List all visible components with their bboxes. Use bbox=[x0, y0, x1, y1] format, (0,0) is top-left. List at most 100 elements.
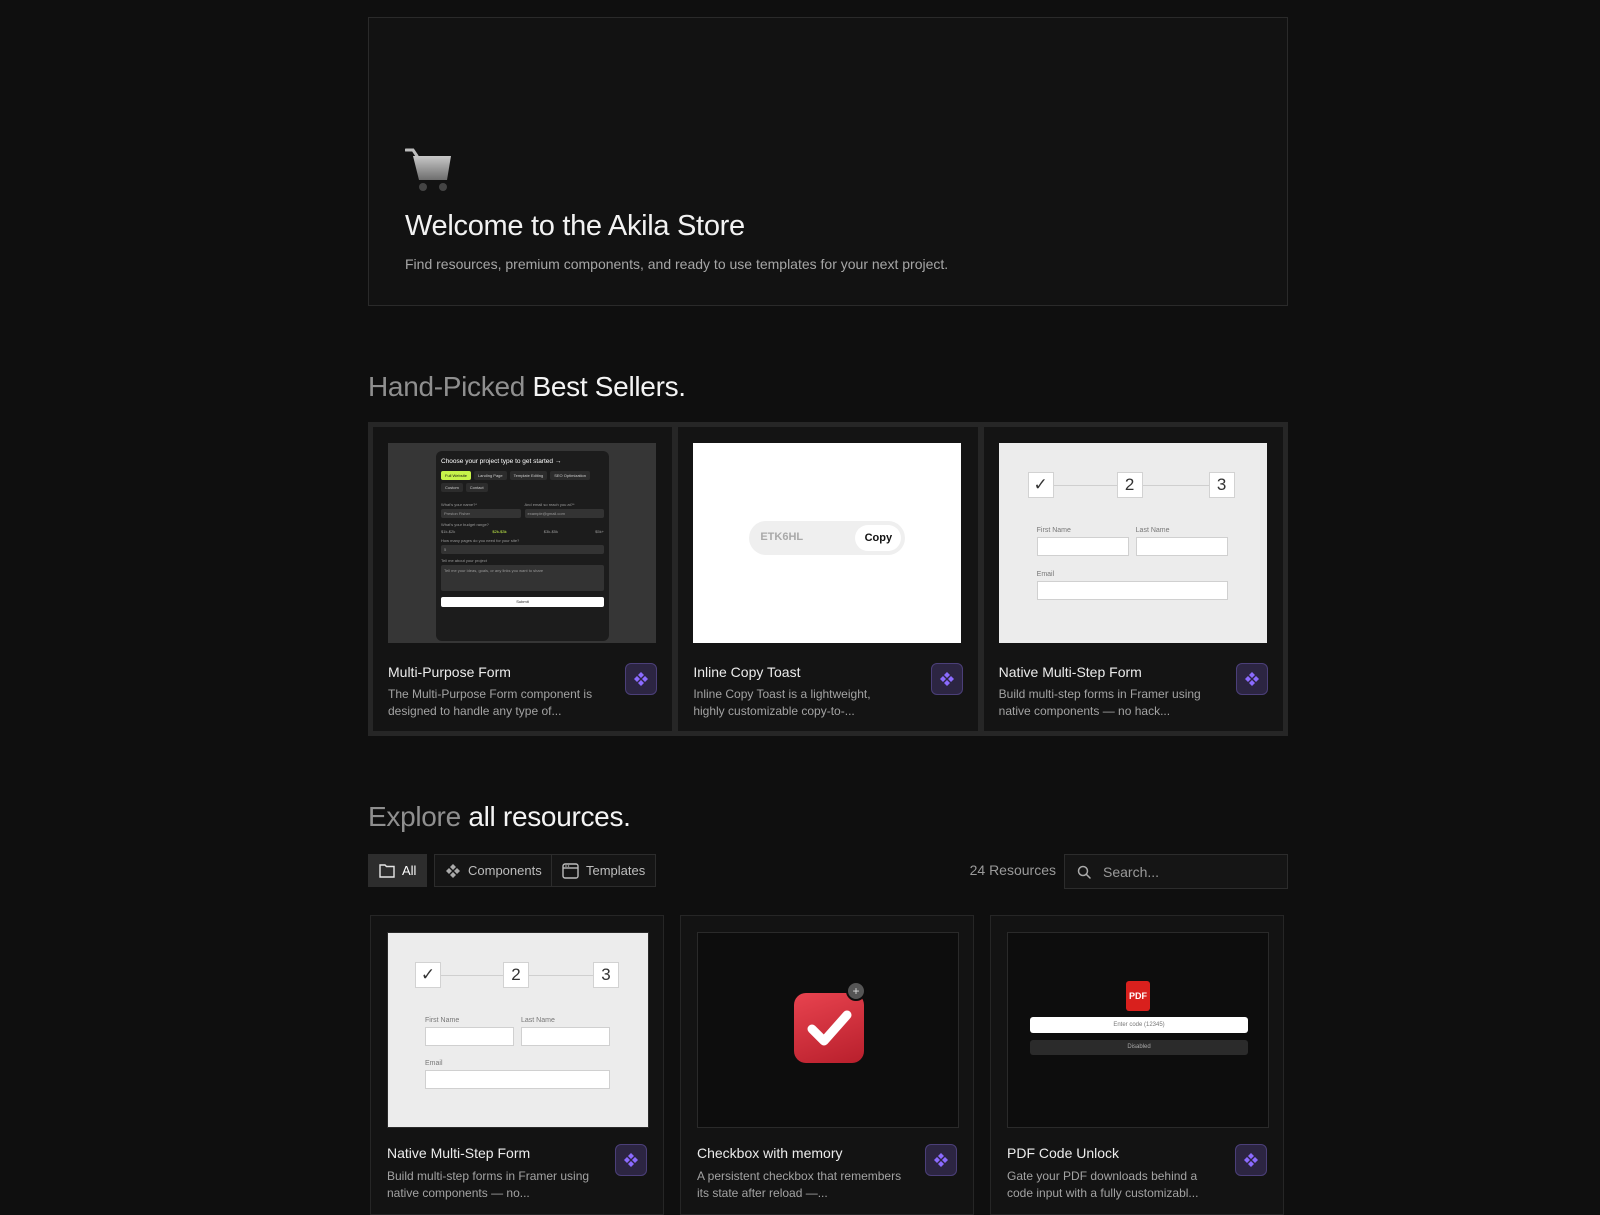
card-thumbnail: ✓ 2 3 First Name Last Name Email bbox=[998, 443, 1267, 643]
preview-radio: $1k-$2k bbox=[441, 529, 456, 534]
field-label: First Name bbox=[1036, 527, 1071, 534]
preview-chip: SEO Optimization bbox=[550, 471, 591, 480]
preview-input: 5 bbox=[441, 545, 604, 554]
copy-code: ETK6HL bbox=[760, 531, 804, 543]
filter-label: Components bbox=[468, 863, 542, 878]
code-input-preview: Enter code (12345) bbox=[1030, 1017, 1248, 1033]
field-label: Last Name bbox=[521, 1017, 555, 1024]
components-icon bbox=[939, 672, 954, 686]
field-label: Last Name bbox=[1135, 527, 1170, 534]
explore-toolbar: All Components Templates 24 Resources bbox=[368, 854, 1288, 889]
best-sellers-grid: Choose your project type to get started … bbox=[368, 422, 1288, 736]
components-icon bbox=[1244, 672, 1259, 686]
card-title: Multi-Purpose Form bbox=[388, 664, 511, 680]
card-description: Build multi-step forms in Framer using n… bbox=[998, 687, 1201, 718]
product-card-inline-copy-toast[interactable]: ETK6HL Copy Inline Copy Toast Inline Cop… bbox=[678, 427, 978, 731]
step-indicator: 2 bbox=[1116, 472, 1143, 498]
components-icon bbox=[624, 1153, 638, 1167]
hero-title: Welcome to the Akila Store bbox=[405, 210, 745, 242]
components-icon bbox=[634, 672, 649, 686]
preview-label: How many pages do you need for your site… bbox=[441, 538, 520, 543]
hero-banner: Welcome to the Akila Store Find resource… bbox=[368, 17, 1288, 306]
search-input[interactable] bbox=[1103, 863, 1273, 880]
preview-input: Preston Fisher bbox=[441, 509, 521, 518]
filter-all-button[interactable]: All bbox=[368, 854, 428, 887]
field-input bbox=[521, 1027, 610, 1046]
filter-components-button[interactable]: Components bbox=[434, 854, 553, 887]
field-input bbox=[1135, 537, 1228, 556]
sparkle-icon: + bbox=[846, 981, 866, 1001]
component-badge bbox=[1235, 1144, 1267, 1176]
component-badge bbox=[625, 663, 658, 695]
preview-radio: $2k-$3k bbox=[492, 529, 507, 534]
resources-grid: ✓ 2 3 First Name Last Name Email Native … bbox=[370, 915, 1286, 1215]
step-indicator: ✓ bbox=[1027, 472, 1054, 498]
disabled-button-preview: Disabled bbox=[1030, 1040, 1248, 1055]
step-indicator: 3 bbox=[593, 962, 619, 988]
field-label: Email bbox=[425, 1060, 443, 1067]
card-thumbnail: + bbox=[697, 932, 959, 1128]
filter-label: Templates bbox=[586, 863, 646, 878]
step-line bbox=[1142, 485, 1209, 486]
card-thumbnail: ✓ 2 3 First Name Last Name Email bbox=[387, 932, 649, 1128]
card-description: The Multi-Purpose Form component is desi… bbox=[388, 687, 593, 718]
component-badge bbox=[1235, 663, 1268, 695]
product-card-native-multi-step-form[interactable]: ✓ 2 3 First Name Last Name Email Native … bbox=[983, 427, 1283, 731]
preview-label: What's your name?* bbox=[441, 502, 477, 507]
card-description: Gate your PDF downloads behind a code in… bbox=[1007, 1169, 1199, 1200]
preview-chip: Contact bbox=[465, 483, 488, 492]
component-badge bbox=[930, 663, 963, 695]
resource-count: 24 Resources bbox=[969, 862, 1056, 878]
card-thumbnail: Choose your project type to get started … bbox=[388, 443, 656, 643]
resource-card-pdf-code-unlock[interactable]: PDF Enter code (12345) Disabled PDF Code… bbox=[990, 915, 1284, 1215]
explore-title-bright: all resources. bbox=[468, 801, 631, 832]
best-sellers-title: Hand-Picked Best Sellers. bbox=[368, 371, 686, 403]
preview-textarea: Tell me your ideas, goals, or any links … bbox=[441, 565, 604, 591]
form-preview-panel: Choose your project type to get started … bbox=[436, 451, 609, 641]
field-input bbox=[1036, 581, 1228, 600]
card-title: PDF Code Unlock bbox=[1007, 1145, 1120, 1161]
form-preview-chips: Full Website Landing Page Template Editi… bbox=[441, 471, 604, 492]
card-title: Inline Copy Toast bbox=[693, 664, 801, 680]
step-indicator: 3 bbox=[1208, 472, 1235, 498]
card-description: Build multi-step forms in Framer using n… bbox=[387, 1169, 590, 1200]
step-line bbox=[1052, 485, 1117, 486]
card-thumbnail: PDF Enter code (12345) Disabled bbox=[1007, 932, 1269, 1128]
product-card-multi-purpose-form[interactable]: Choose your project type to get started … bbox=[373, 427, 673, 731]
component-badge bbox=[615, 1144, 647, 1176]
search-box[interactable] bbox=[1064, 854, 1288, 889]
folder-icon bbox=[379, 864, 395, 878]
copy-button: Copy bbox=[855, 525, 902, 551]
card-description: Inline Copy Toast is a lightweight, high… bbox=[693, 687, 871, 718]
best-sellers-title-dim: Hand-Picked bbox=[368, 371, 526, 402]
preview-chip: Template Editing bbox=[509, 471, 548, 480]
filter-templates-button[interactable]: Templates bbox=[551, 854, 657, 887]
card-thumbnail: ETK6HL Copy bbox=[693, 443, 962, 643]
preview-input: example@gmail.com bbox=[524, 509, 604, 518]
search-icon bbox=[1077, 865, 1091, 879]
pdf-file-icon: PDF bbox=[1126, 981, 1150, 1011]
field-label: Email bbox=[1036, 571, 1055, 578]
explore-title: Explore all resources. bbox=[368, 801, 631, 833]
shopping-cart-icon bbox=[405, 148, 451, 191]
preview-label: And email so reach you at?* bbox=[524, 502, 575, 507]
preview-chip: Custom bbox=[441, 483, 463, 492]
preview-chip: Landing Page bbox=[473, 471, 507, 480]
component-badge bbox=[925, 1144, 957, 1176]
card-description: A persistent checkbox that remembers its… bbox=[697, 1169, 902, 1200]
field-label: First Name bbox=[425, 1017, 460, 1024]
components-icon bbox=[1244, 1153, 1258, 1167]
filter-label: All bbox=[402, 863, 417, 878]
preview-chip: Full Website bbox=[441, 471, 471, 480]
resource-card-checkbox-with-memory[interactable]: + Checkbox with memory A persistent chec… bbox=[680, 915, 974, 1215]
preview-submit: Submit bbox=[441, 597, 604, 607]
field-input bbox=[1036, 537, 1129, 556]
checkbox-app-icon bbox=[794, 993, 864, 1063]
explore-title-dim: Explore bbox=[368, 801, 461, 832]
step-indicator: ✓ bbox=[415, 962, 441, 988]
form-preview-heading: Choose your project type to get started … bbox=[441, 458, 562, 465]
copy-pill: ETK6HL Copy bbox=[749, 521, 906, 555]
card-title: Native Multi-Step Form bbox=[387, 1145, 531, 1161]
card-title: Native Multi-Step Form bbox=[998, 664, 1142, 680]
resource-card-native-multi-step-form[interactable]: ✓ 2 3 First Name Last Name Email Native … bbox=[370, 915, 664, 1215]
